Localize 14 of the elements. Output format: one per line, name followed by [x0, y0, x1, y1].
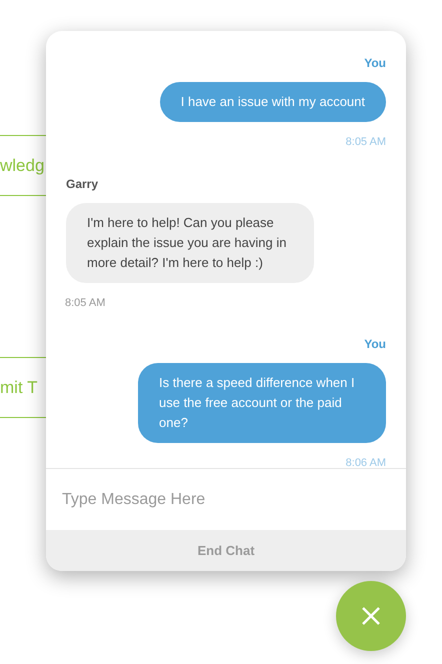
message-bubble: I'm here to help! Can you please explain the issue you are having in more detail? I'm here to help :) [66, 202, 314, 282]
sender-name: You [364, 55, 386, 72]
box-text: wledg [0, 154, 44, 177]
close-icon [361, 606, 381, 626]
sender-name: Garry [66, 176, 98, 192]
message-bubble: Is there a speed difference when I use the free account or the paid one? [138, 363, 386, 443]
message-time: 8:05 AM [65, 296, 106, 310]
message-time: 8:05 AM [346, 135, 386, 150]
message-bubble: I have an issue with my account [160, 82, 386, 122]
message-time: 8:06 AM [346, 456, 386, 468]
message-input[interactable]: Type Message Here [46, 469, 406, 530]
end-chat-button[interactable]: End Chat [46, 530, 406, 571]
box-text: mit T [0, 376, 38, 399]
sender-name: You [364, 336, 386, 353]
